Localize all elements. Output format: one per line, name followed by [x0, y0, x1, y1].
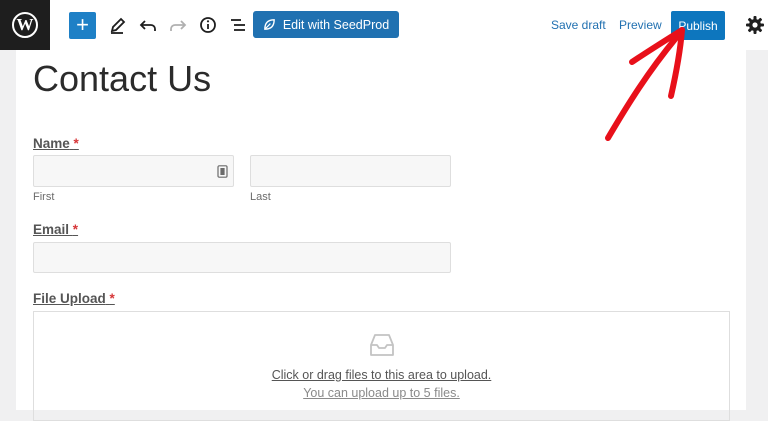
email-field[interactable] — [33, 242, 451, 273]
edit-with-seedprod-button[interactable]: Edit with SeedProd — [253, 11, 399, 38]
wordpress-logo-icon: W — [12, 12, 38, 38]
seedprod-leaf-icon — [264, 19, 275, 30]
upload-instructions[interactable]: Click or drag files to this area to uplo… — [0, 368, 763, 382]
autofill-contact-icon[interactable] — [217, 165, 228, 178]
inbox-tray-icon — [370, 334, 394, 356]
last-sublabel: Last — [250, 191, 271, 203]
required-mark: * — [73, 136, 79, 151]
add-block-button[interactable]: + — [69, 12, 96, 39]
gear-icon[interactable] — [743, 13, 767, 37]
file-upload-dropzone[interactable] — [33, 311, 730, 421]
redo-icon[interactable] — [166, 13, 190, 37]
info-icon[interactable] — [196, 13, 220, 37]
seedprod-button-label: Edit with SeedProd — [282, 17, 390, 32]
upload-limit-note: You can upload up to 5 files. — [303, 386, 460, 400]
file-upload-label-text: File Upload — [33, 291, 106, 306]
required-mark: * — [109, 291, 115, 306]
required-mark: * — [72, 222, 79, 237]
undo-icon[interactable] — [136, 13, 160, 37]
list-view-icon[interactable] — [226, 13, 250, 37]
first-sublabel: First — [33, 191, 55, 203]
file-upload-label: File Upload * — [33, 291, 115, 306]
name-label: Name * — [33, 136, 79, 151]
page-title[interactable]: Contact Us — [33, 58, 211, 100]
pencil-icon[interactable] — [106, 13, 130, 37]
wordpress-logo-button[interactable]: W — [0, 0, 50, 50]
email-label-text: Email — [33, 222, 70, 237]
last-name-field[interactable] — [250, 155, 451, 187]
email-label: Email * — [33, 222, 78, 237]
annotation-arrow-icon — [605, 27, 685, 141]
first-name-field[interactable] — [33, 155, 234, 187]
name-label-text: Name — [33, 136, 70, 151]
